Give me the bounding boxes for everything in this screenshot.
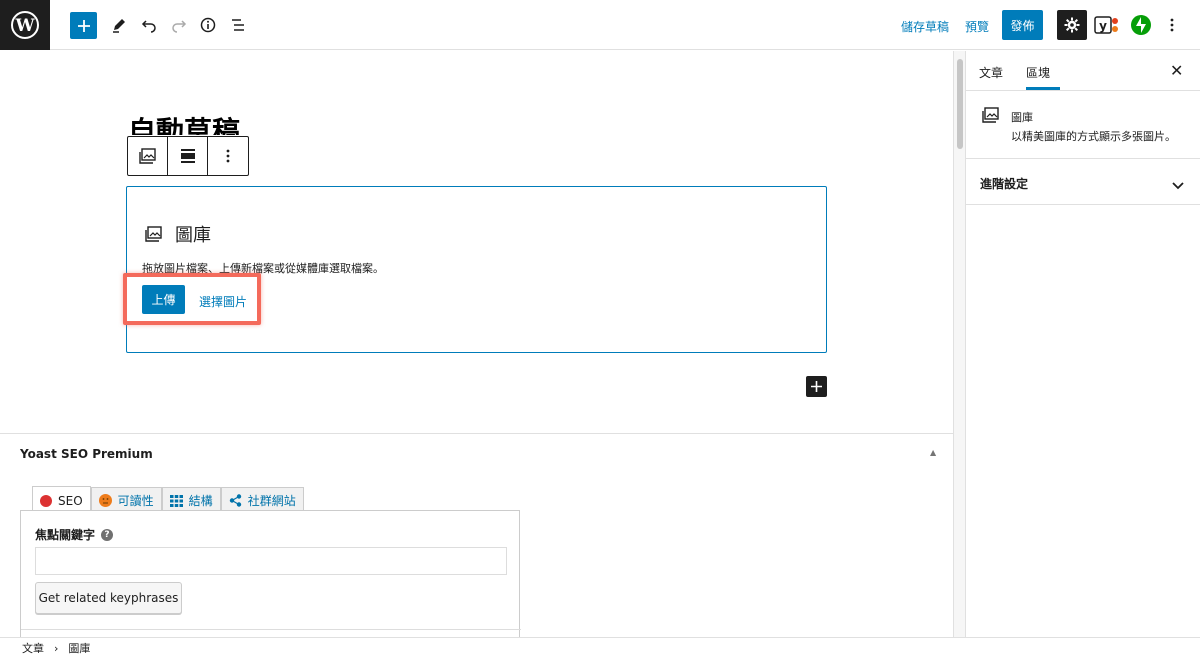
help-icon[interactable]: ?	[101, 528, 114, 541]
more-vertical-icon	[226, 149, 230, 163]
post-title[interactable]: 自動草稿	[128, 115, 240, 135]
yoast-button[interactable]: y	[1093, 11, 1121, 39]
tab-social-label: 社群網站	[247, 494, 296, 508]
block-type-button[interactable]	[128, 137, 168, 175]
panel-divider	[21, 629, 521, 630]
align-button[interactable]	[168, 137, 208, 175]
editor-app: W 儲存草稿 預覽 發佈 y 自動草稿 圖庫 拖放圖片檔案、上傳新檔案或從媒體庫…	[0, 0, 1200, 658]
red-dot-icon	[40, 494, 52, 507]
get-related-keyphrases-button[interactable]: Get related keyphrases	[35, 582, 182, 614]
yoast-seo-panel: 焦點關鍵字 ? Get related keyphrases	[20, 510, 521, 637]
publish-button[interactable]: 發佈	[1002, 10, 1043, 40]
jetpack-icon	[1131, 15, 1151, 35]
yoast-icon: y	[1094, 16, 1118, 34]
tab-post[interactable]: 文章	[979, 64, 1003, 81]
tab-schema-label: 結構	[188, 494, 213, 508]
breadcrumb: 文章 › 圖庫	[0, 637, 1200, 658]
sidebar-tabs: 文章 區塊 ✕	[966, 51, 1200, 91]
redo-icon	[172, 20, 187, 33]
more-vertical-icon	[1170, 18, 1174, 32]
grid-icon	[169, 494, 183, 507]
advanced-settings-title: 進階設定	[980, 177, 1029, 191]
info-icon	[200, 17, 216, 33]
wordpress-logo-icon[interactable]: W	[0, 0, 50, 50]
block-options-button[interactable]	[208, 137, 248, 175]
close-icon[interactable]: ✕	[1170, 61, 1183, 80]
preview-link[interactable]: 預覽	[965, 18, 989, 35]
share-icon	[229, 494, 241, 507]
upload-button[interactable]: 上傳	[142, 285, 185, 314]
gallery-icon	[982, 107, 1000, 127]
save-draft-link[interactable]: 儲存草稿	[901, 18, 949, 35]
focus-keyphrase-input[interactable]	[35, 547, 507, 575]
block-inserter-button[interactable]	[806, 376, 827, 397]
gear-icon	[1064, 17, 1080, 33]
redo-button[interactable]	[165, 11, 193, 39]
plus-icon	[77, 19, 90, 32]
list-view-button[interactable]	[224, 11, 252, 39]
gallery-block-placeholder[interactable]: 圖庫 拖放圖片檔案、上傳新檔案或從媒體庫選取檔案。 上傳 選擇圖片	[123, 186, 827, 353]
settings-button[interactable]	[1057, 10, 1087, 40]
jetpack-button[interactable]	[1127, 11, 1155, 39]
block-toolbar	[127, 136, 249, 176]
undo-button[interactable]	[135, 11, 163, 39]
editor-scrollbar[interactable]	[953, 51, 966, 637]
yoast-tabs: SEO 可讀性 結構 社群網站	[32, 485, 304, 514]
metabox-title: Yoast SEO Premium	[20, 447, 153, 461]
tab-seo-label: SEO	[58, 493, 83, 508]
svg-text:W: W	[14, 16, 35, 36]
top-toolbar: W 儲存草稿 預覽 發佈 y	[0, 0, 1200, 50]
block-card: 圖庫 以精美圖庫的方式顯示多張圖片。	[966, 91, 1200, 159]
align-icon	[180, 149, 195, 163]
focus-keyphrase-label: 焦點關鍵字 ?	[35, 526, 114, 543]
scrollbar-thumb[interactable]	[957, 59, 963, 149]
block-card-description: 以精美圖庫的方式顯示多張圖片。	[1011, 130, 1176, 143]
breadcrumb-post[interactable]: 文章	[22, 640, 44, 656]
breadcrumb-gallery[interactable]: 圖庫	[68, 640, 90, 656]
breadcrumb-separator: ›	[54, 641, 59, 655]
gallery-icon	[145, 226, 162, 242]
advanced-settings-panel[interactable]: 進階設定	[966, 159, 1200, 205]
active-tab-indicator	[1026, 87, 1060, 90]
gallery-icon	[138, 148, 156, 164]
block-card-title: 圖庫	[1011, 111, 1033, 124]
orange-face-icon	[98, 494, 112, 507]
list-view-icon	[232, 19, 244, 31]
details-button[interactable]	[194, 11, 222, 39]
svg-text:y: y	[1099, 19, 1107, 33]
undo-icon	[141, 20, 156, 33]
add-block-button[interactable]	[70, 12, 97, 39]
plus-icon	[811, 381, 822, 392]
tab-readability-label: 可讀性	[117, 494, 154, 508]
more-options-button[interactable]	[1158, 11, 1186, 39]
editor-canvas: 自動草稿 圖庫 拖放圖片檔案、上傳新檔案或從媒體庫選取檔案。 上傳 選擇圖片 Y…	[0, 51, 953, 637]
tab-block[interactable]: 區塊	[1026, 64, 1050, 81]
chevron-down-icon	[1172, 175, 1184, 194]
collapse-toggle-icon[interactable]: ▲	[930, 448, 936, 457]
pencil-icon	[113, 19, 125, 33]
gallery-title-text: 圖庫	[175, 225, 211, 246]
gallery-placeholder-title: 圖庫	[145, 221, 211, 247]
tools-button[interactable]	[105, 11, 133, 39]
settings-sidebar: 文章 區塊 ✕ 圖庫 以精美圖庫的方式顯示多張圖片。 進階設定	[966, 51, 1200, 637]
select-images-link[interactable]: 選擇圖片	[199, 293, 247, 310]
focus-keyphrase-text: 焦點關鍵字	[35, 528, 96, 542]
